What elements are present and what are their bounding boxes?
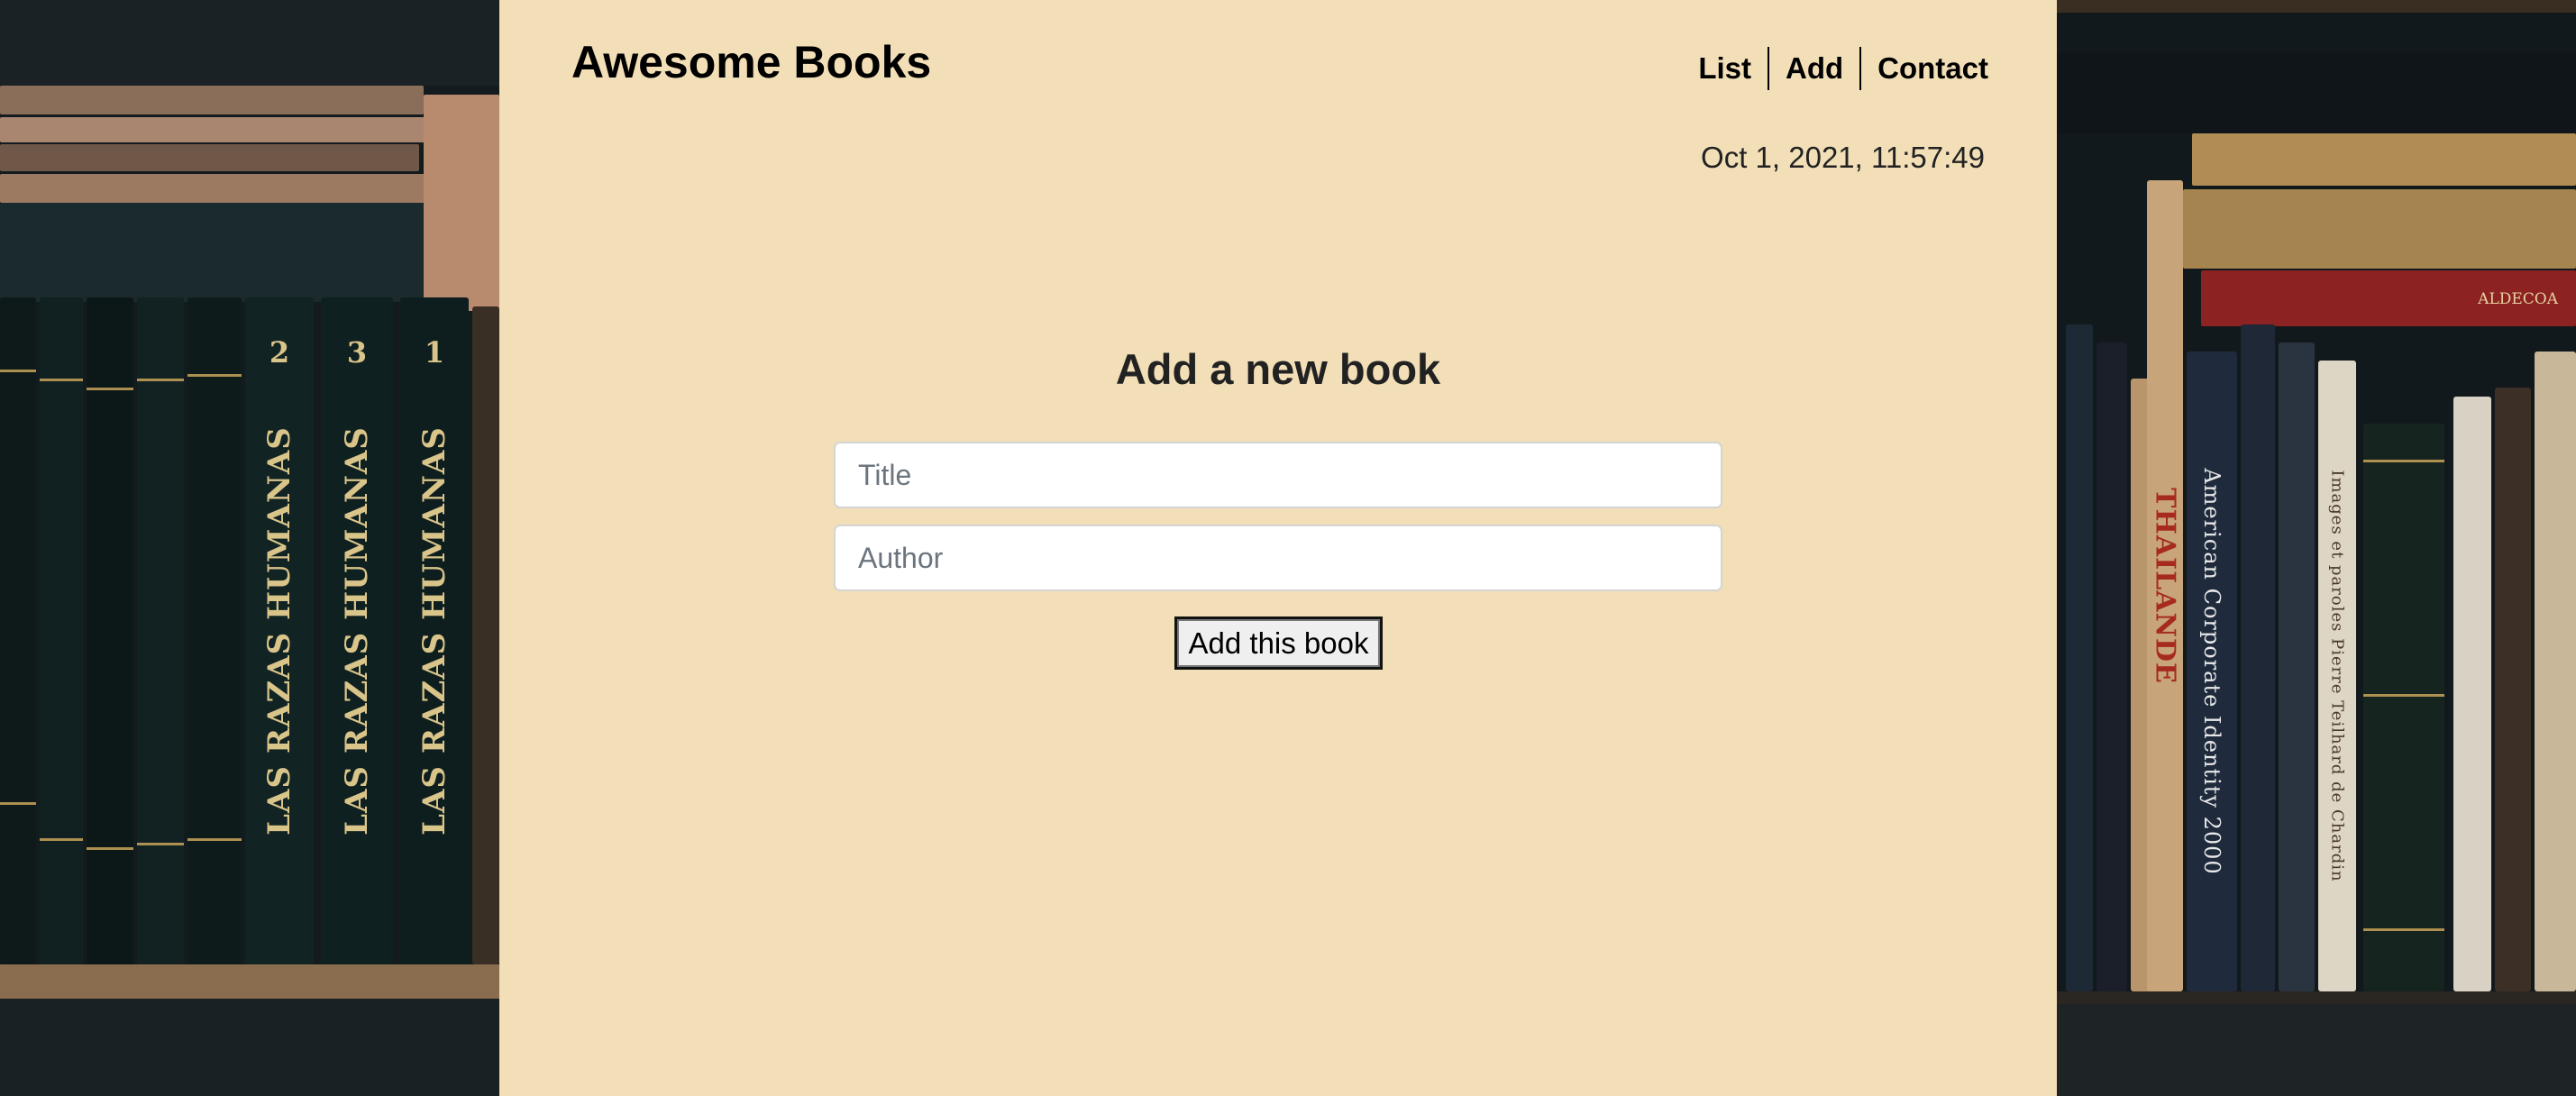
stacked-book — [424, 95, 499, 311]
stacked-book — [0, 86, 424, 114]
shelf-board — [0, 964, 499, 999]
bookshelf-right-image: ALDECOA THAILANDE American Corporate Ide… — [2057, 0, 2576, 1096]
bookshelf-left-image: 2 LAS RAZAS HUMANAS 3 LAS RAZAS HUMANAS … — [0, 0, 499, 1096]
book-spine — [87, 297, 133, 964]
book-spine: 2 LAS RAZAS HUMANAS — [245, 297, 314, 964]
stacked-book — [0, 144, 419, 171]
spine-title: American Corporate Identity 2000 — [2199, 468, 2224, 875]
book-spine — [2495, 388, 2531, 991]
book-spine: 3 LAS RAZAS HUMANAS — [321, 297, 393, 964]
author-input[interactable] — [834, 525, 1722, 591]
nav-link-add[interactable]: Add — [1769, 48, 1859, 89]
nav-link-contact[interactable]: Contact — [1861, 48, 1988, 89]
stacked-book — [0, 174, 428, 203]
shelf-edge — [2057, 991, 2576, 1004]
spine-title: Images et paroles Pierre Teilhard de Cha… — [2327, 470, 2347, 882]
book-spine — [2066, 324, 2093, 991]
book-spine — [2279, 342, 2315, 991]
book-spine — [2363, 424, 2444, 991]
spine-title: LAS RAZAS HUMANAS — [416, 426, 452, 836]
book-spine — [0, 297, 36, 964]
volume-number: 1 — [424, 335, 445, 370]
volume-number: 3 — [346, 335, 368, 370]
brand-title: Awesome Books — [571, 37, 932, 87]
book-spine — [137, 297, 184, 964]
book-spine: 1 LAS RAZAS HUMANAS — [400, 297, 469, 964]
add-book-button[interactable]: Add this book — [1174, 616, 1383, 670]
stacked-book: ALDECOA — [2201, 270, 2576, 326]
volume-number: 2 — [269, 335, 290, 370]
shelf-shadow — [0, 999, 499, 1096]
stacked-book — [2183, 189, 2576, 269]
spine-title: LAS RAZAS HUMANAS — [339, 426, 375, 836]
book-title: ALDECOA — [2478, 290, 2558, 308]
shelf-board — [0, 0, 499, 86]
book-spine — [40, 297, 83, 964]
shelf-gap — [2057, 52, 2576, 133]
main-nav: List Add Contact — [1682, 47, 1988, 90]
shelf-board — [2057, 0, 2576, 13]
title-input[interactable] — [834, 442, 1722, 508]
book-spine — [2096, 342, 2127, 991]
book-spine: Images et paroles Pierre Teilhard de Cha… — [2318, 361, 2356, 991]
book-spine — [2535, 352, 2576, 991]
book-spine — [187, 297, 242, 964]
stacked-book — [0, 117, 433, 142]
book-spine: THAILANDE — [2147, 180, 2183, 991]
nav-link-list[interactable]: List — [1682, 48, 1768, 89]
stacked-book — [2192, 133, 2576, 186]
stacked-book — [0, 203, 424, 302]
book-spine: American Corporate Identity 2000 — [2187, 352, 2237, 991]
main-panel: Awesome Books List Add Contact Oct 1, 20… — [499, 0, 2057, 1096]
current-datetime: Oct 1, 2021, 11:57:49 — [1701, 141, 1985, 174]
shelf-board — [2057, 991, 2576, 1096]
add-book-heading: Add a new book — [1115, 345, 1441, 393]
book-spine — [2453, 397, 2491, 991]
spine-title: LAS RAZAS HUMANAS — [261, 426, 297, 836]
book-spine — [472, 306, 499, 964]
spine-title: THAILANDE — [2149, 488, 2181, 684]
book-spine — [2241, 324, 2275, 991]
